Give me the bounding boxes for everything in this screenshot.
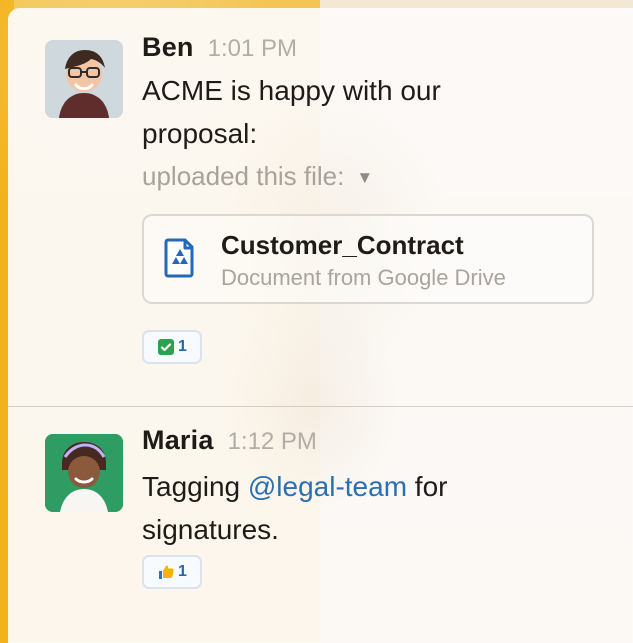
avatar-portrait-icon <box>45 40 123 118</box>
reaction-pill[interactable]: 1 <box>142 330 202 364</box>
file-title[interactable]: Customer_Contract <box>221 230 464 261</box>
author-name[interactable]: Ben <box>142 32 194 63</box>
avatar[interactable] <box>45 434 123 512</box>
message-content: Maria 1:12 PM Tagging @legal-team for si… <box>142 425 605 589</box>
mention-link[interactable]: @legal-team <box>248 471 407 502</box>
message-item: Ben 1:01 PM ACME is happy with our propo… <box>8 32 633 418</box>
file-subtitle: Document from Google Drive <box>221 265 506 290</box>
message-meta: Maria 1:12 PM <box>142 425 605 467</box>
message-content: Ben 1:01 PM ACME is happy with our propo… <box>142 32 605 364</box>
upload-status: uploaded this file: ▼ <box>142 156 605 196</box>
avatar-portrait-icon <box>45 434 123 512</box>
thumbs-up-icon <box>157 563 175 581</box>
reaction-count: 1 <box>178 563 187 580</box>
file-attachment-card[interactable]: Customer_Contract Document from Google D… <box>142 214 594 304</box>
author-name[interactable]: Maria <box>142 425 214 456</box>
timestamp[interactable]: 1:12 PM <box>228 428 317 456</box>
google-drive-icon <box>160 238 200 278</box>
message-panel: Ben 1:01 PM ACME is happy with our propo… <box>8 8 633 643</box>
message-text: ACME is happy with our proposal: <box>142 75 441 149</box>
reaction-pill[interactable]: 1 <box>142 555 202 589</box>
check-mark-icon <box>157 338 175 356</box>
chevron-down-icon[interactable]: ▼ <box>356 168 373 188</box>
timestamp[interactable]: 1:01 PM <box>208 35 297 63</box>
message-meta: Ben 1:01 PM <box>142 32 605 74</box>
upload-label: uploaded this file: <box>142 160 345 191</box>
message-text: Tagging @legal-team for signatures. <box>142 465 512 551</box>
reaction-count: 1 <box>178 338 187 355</box>
message-item: Maria 1:12 PM Tagging @legal-team for si… <box>8 425 633 643</box>
avatar[interactable] <box>45 40 123 118</box>
message-divider <box>8 406 633 407</box>
message-text-prefix: Tagging <box>142 471 248 502</box>
